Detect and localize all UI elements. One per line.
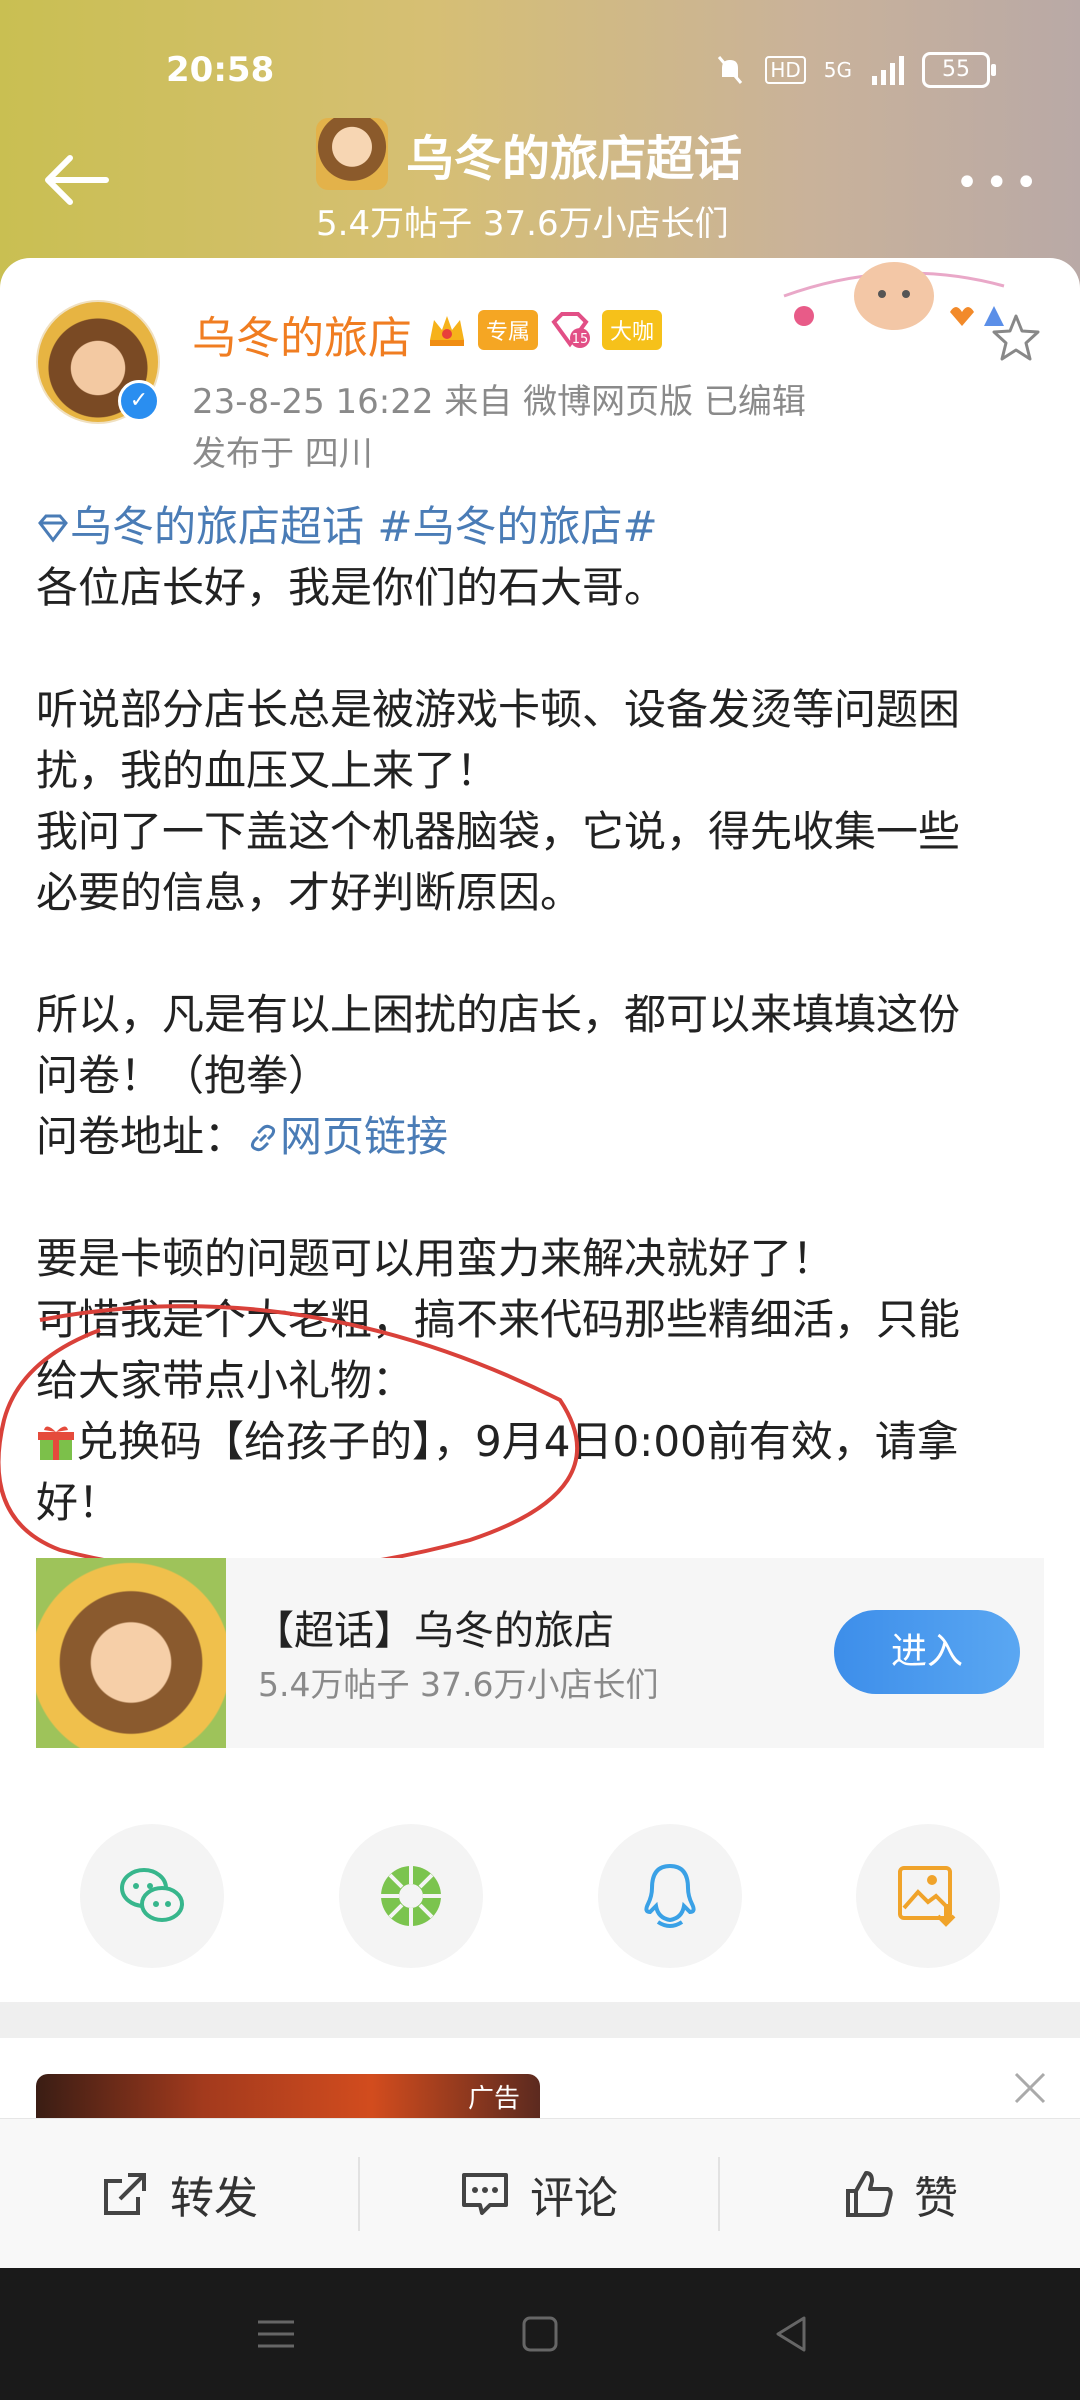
author-badges: 专属 15 大咖 — [426, 310, 663, 350]
share-wechat-button[interactable] — [80, 1824, 224, 1968]
signal-icon — [872, 56, 904, 85]
survey-line: 问卷地址： 网页链接 — [36, 1106, 1046, 1167]
ad-label: 广告 — [467, 2084, 520, 2114]
red-annotation-circle — [0, 1304, 579, 1575]
super-topic-stats: 5.4万帖子 37.6万小店长们 — [258, 1665, 659, 1704]
save-image-button[interactable] — [856, 1824, 1000, 1968]
post-line: 所以，凡是有以上困扰的店长，都可以来填填这份 — [36, 990, 961, 1039]
header-title-group[interactable]: 乌冬的旅店超话 — [316, 118, 742, 190]
status-icons: HD 5G 55 — [713, 52, 996, 88]
save-image-icon — [898, 1866, 956, 1927]
share-qq-button[interactable] — [598, 1824, 742, 1968]
repost-icon — [104, 2173, 146, 2215]
thumbs-up-icon — [846, 2171, 893, 2217]
action-separator — [358, 2157, 360, 2231]
hd-icon: HD — [765, 56, 806, 84]
home-icon[interactable] — [512, 2306, 568, 2362]
level-number: 15 — [572, 332, 589, 347]
moments-icon — [381, 1866, 441, 1926]
verified-badge-icon: ✓ — [118, 380, 160, 422]
mute-icon — [718, 56, 743, 84]
header-stats: 5.4万帖子 37.6万小店长们 — [316, 204, 729, 244]
web-link[interactable]: 网页链接 — [246, 1112, 448, 1161]
back-icon[interactable] — [764, 2306, 820, 2362]
survey-prefix: 问卷地址： — [36, 1112, 247, 1161]
enter-button[interactable]: 进入 — [834, 1610, 1020, 1694]
page-title: 乌冬的旅店超话 — [406, 131, 743, 187]
close-icon[interactable] — [1010, 2068, 1050, 2108]
exclusive-badge: 专属 — [478, 310, 539, 350]
post-line: 问卷！（抱拳） — [36, 1051, 331, 1100]
like-button[interactable]: 赞 — [842, 2159, 958, 2229]
qq-icon — [644, 1863, 696, 1928]
post-line: 听说部分店长总是被游戏卡顿、设备发烫等问题困 — [36, 685, 961, 734]
wechat-icon — [120, 1868, 184, 1922]
post-line: 扰，我的血压又上来了！ — [36, 746, 499, 795]
post-line: 各位店长好，我是你们的石大哥。 — [36, 563, 667, 612]
network-label: 5G — [823, 58, 852, 82]
post-meta-time-source: 23-8-25 16:22 来自 微博网页版 已编辑 — [192, 382, 806, 422]
like-label: 赞 — [914, 2173, 958, 2224]
diamond-topic-icon — [38, 514, 68, 543]
super-topic-image — [36, 1558, 226, 1748]
post-line: 我问了一下盖这个机器脑袋，它说，得先收集一些 — [36, 807, 961, 856]
topic-tag-link[interactable]: 乌冬的旅店超话 #乌冬的旅店# — [36, 496, 1046, 557]
action-separator — [718, 2157, 720, 2231]
share-moments-button[interactable] — [339, 1824, 483, 1968]
web-link-text: 网页链接 — [280, 1112, 449, 1161]
decoration-garland — [783, 262, 1005, 330]
post-line — [36, 923, 1046, 984]
bottom-action-bar: 转发 评论 赞 — [0, 2118, 1080, 2269]
status-time: 20:58 — [166, 50, 275, 90]
repost-label: 转发 — [170, 2173, 258, 2224]
more-options-button[interactable]: ••• — [955, 160, 1044, 206]
diamond-level-icon: 15 — [551, 312, 591, 348]
repost-button[interactable]: 转发 — [98, 2159, 258, 2229]
status-bar: 20:58 HD 5G 55 — [0, 40, 1080, 100]
menu-icon[interactable] — [248, 2306, 304, 2362]
crown-icon — [430, 316, 464, 346]
comment-icon — [462, 2173, 508, 2215]
post-line — [36, 1167, 1046, 1228]
favorite-star-icon[interactable] — [990, 312, 1042, 364]
topic-avatar — [316, 118, 388, 190]
battery-icon: 55 — [922, 52, 996, 88]
post-line: 要是卡顿的问题可以用蛮力来解决就好了！ — [36, 1234, 835, 1283]
topic-tags-text: 乌冬的旅店超话 #乌冬的旅店# — [70, 502, 658, 551]
ad-image[interactable]: 广告 — [36, 2074, 540, 2122]
back-arrow-icon[interactable] — [40, 150, 110, 210]
post-meta-location: 发布于 四川 — [192, 434, 373, 474]
author-name[interactable]: 乌冬的旅店 — [192, 302, 412, 366]
section-divider — [0, 2002, 1080, 2038]
link-icon — [250, 1124, 276, 1152]
super-topic-card[interactable]: 【超话】乌冬的旅店 5.4万帖子 37.6万小店长们 进入 — [36, 1558, 1044, 1748]
comment-label: 评论 — [530, 2173, 618, 2224]
system-nav-bar — [0, 2268, 1080, 2400]
bigshot-badge: 大咖 — [602, 310, 663, 350]
post-line: 必要的信息，才好判断原因。 — [36, 868, 583, 917]
super-topic-name: 【超话】乌冬的旅店 — [254, 1608, 614, 1654]
post-line — [36, 618, 1046, 679]
comment-button[interactable]: 评论 — [458, 2159, 618, 2229]
